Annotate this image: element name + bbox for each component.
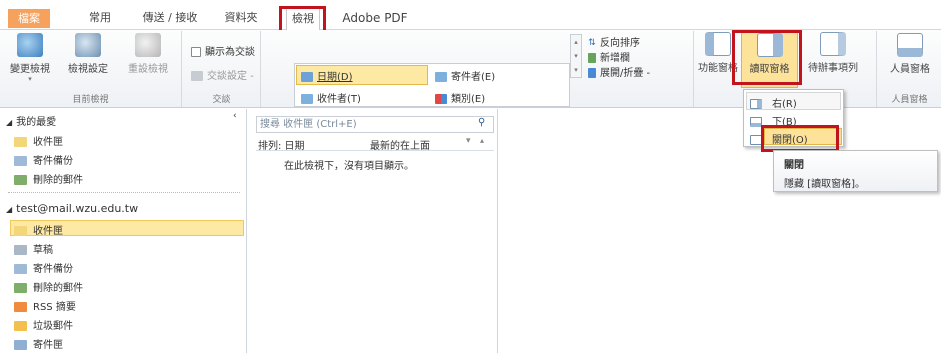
- folder-item[interactable]: 刪除的郵件: [14, 279, 83, 294]
- favorite-item[interactable]: 收件匣: [14, 133, 63, 148]
- view-settings-icon: [75, 33, 101, 57]
- tooltip-description: 隱藏 [讀取窗格]。: [784, 179, 865, 190]
- group-current-view: 變更檢視 ▾ 檢視設定 重設檢視 目前檢視: [0, 31, 182, 107]
- ribbon-tab-bar: 檔案 常用 傳送 / 接收 資料夾 檢視 Adobe PDF: [0, 0, 941, 30]
- expand-collapse-button[interactable]: 展開/折疊 -: [588, 64, 650, 79]
- change-view-icon: [17, 33, 43, 57]
- group-people: 人員窗格 人員窗格: [878, 31, 941, 107]
- group-label-people: 人員窗格: [891, 95, 928, 105]
- tab-home[interactable]: 常用: [83, 8, 117, 30]
- todo-bar-button[interactable]: 待辦事項列: [800, 32, 866, 74]
- folder-pane-icon: [705, 32, 731, 56]
- add-columns-icon: [588, 53, 596, 63]
- sender-icon: [435, 72, 447, 82]
- reverse-sort-button[interactable]: ⇅ 反向排序: [588, 34, 640, 49]
- tooltip: 關閉 隱藏 [讀取窗格]。: [773, 150, 938, 192]
- tab-file[interactable]: 檔案: [8, 9, 50, 28]
- collapse-triangle-icon: ◢: [6, 205, 13, 214]
- junk-icon: [14, 321, 27, 331]
- people-pane-button[interactable]: 人員窗格: [882, 33, 938, 75]
- category-icon: [435, 94, 447, 104]
- change-view-button[interactable]: 變更檢視 ▾: [4, 33, 56, 83]
- deleted-items-icon: [14, 175, 27, 185]
- add-columns-button[interactable]: 新增欄: [588, 49, 630, 64]
- navigation-pane: ◢ 我的最愛 ‹ 收件匣 寄件備份 刪除的郵件 ◢ test@mail.wzu.ed…: [0, 109, 247, 353]
- empty-list-message: 在此檢視下，沒有項目顯示。: [284, 161, 414, 172]
- arrange-recipient-option[interactable]: 收件者(T): [301, 90, 361, 105]
- tooltip-title: 關閉: [784, 160, 804, 171]
- search-input[interactable]: 搜尋 收件匣 (Ctrl+E): [256, 116, 494, 133]
- divider: [8, 192, 240, 193]
- group-label-current-view: 目前檢視: [72, 95, 109, 105]
- account-header[interactable]: ◢ test@mail.wzu.edu.tw: [6, 202, 138, 215]
- tab-folder[interactable]: 資料夾: [219, 8, 263, 30]
- search-icon[interactable]: ⚲: [478, 117, 485, 128]
- folder-item[interactable]: 寄件匣: [14, 336, 63, 351]
- folder-item[interactable]: 寄件備份: [14, 260, 73, 275]
- conversation-settings-button[interactable]: 交談設定 -: [191, 67, 254, 82]
- arrange-category-option[interactable]: 類別(E): [435, 90, 485, 105]
- minimize-pane-icon[interactable]: ‹: [233, 111, 237, 121]
- folder-item[interactable]: 垃圾郵件: [14, 317, 73, 332]
- recipient-icon: [301, 94, 313, 104]
- todo-bar-icon: [820, 32, 846, 56]
- collapse-triangle-icon: ◢: [6, 118, 13, 127]
- tab-send-receive[interactable]: 傳送 / 接收: [135, 8, 205, 30]
- inbox-icon: [14, 137, 27, 147]
- outbox-icon: [14, 340, 27, 350]
- people-pane-icon: [897, 33, 923, 57]
- folder-item[interactable]: RSS 摘要: [14, 298, 76, 313]
- view-settings-button[interactable]: 檢視設定: [62, 33, 114, 75]
- highlight-off-menu-item: [761, 125, 839, 152]
- arrange-sender-option[interactable]: 寄件者(E): [435, 68, 495, 83]
- inbox-icon: [14, 226, 27, 236]
- sort-order-label[interactable]: 最新的在上面: [370, 137, 430, 152]
- sent-items-icon: [14, 156, 27, 166]
- tab-adobe-pdf[interactable]: Adobe PDF: [340, 8, 410, 30]
- message-list-pane: 搜尋 收件匣 (Ctrl+E) ⚲ 排列: 日期 最新的在上面 ▾ ▴ 在此檢視…: [250, 109, 498, 353]
- conversation-settings-icon: [191, 71, 203, 81]
- group-label-conversations: 交談: [212, 95, 231, 105]
- arrange-date-label-row: 日期(D): [301, 68, 353, 83]
- highlight-view-tab: [279, 6, 326, 33]
- scroll-up-icon[interactable]: ▴: [480, 136, 484, 145]
- reset-view-button[interactable]: 重設檢視: [122, 33, 174, 75]
- reset-view-icon: [135, 33, 161, 57]
- sort-chevron-icon[interactable]: ▾: [466, 136, 471, 146]
- reading-pane-right-icon: [750, 99, 762, 109]
- rss-icon: [14, 302, 27, 312]
- drafts-icon: [14, 245, 27, 255]
- sent-items-icon: [14, 264, 27, 274]
- folder-item[interactable]: 草稿: [14, 241, 53, 256]
- favorites-header[interactable]: ◢ 我的最愛: [6, 113, 56, 128]
- sort-arrows-icon: ⇅: [588, 38, 596, 48]
- calendar-icon: [301, 72, 313, 82]
- group-conversations: 顯示為交談 交談設定 - 交談: [183, 31, 261, 107]
- checkbox-icon: [191, 47, 201, 57]
- chevron-down-icon: ▾: [28, 75, 32, 83]
- show-as-conversations-checkbox[interactable]: 顯示為交談: [191, 43, 255, 58]
- gallery-scroll[interactable]: ▴ ▾ ▾: [570, 34, 582, 78]
- arrangement-gallery: 日期(D) 寄件者(E) 收件者(T) 類別(E): [294, 63, 570, 107]
- folder-item-selected[interactable]: 收件匣: [14, 222, 63, 237]
- deleted-items-icon: [14, 283, 27, 293]
- arrange-by-label[interactable]: 排列: 日期: [258, 137, 305, 152]
- favorite-item[interactable]: 寄件備份: [14, 152, 73, 167]
- expand-collapse-icon: [588, 68, 596, 78]
- list-header: 排列: 日期 最新的在上面 ▾ ▴: [256, 136, 494, 152]
- favorite-item[interactable]: 刪除的郵件: [14, 171, 83, 186]
- menu-item-right[interactable]: 右(R): [750, 95, 797, 110]
- highlight-reading-pane-button: [732, 30, 802, 85]
